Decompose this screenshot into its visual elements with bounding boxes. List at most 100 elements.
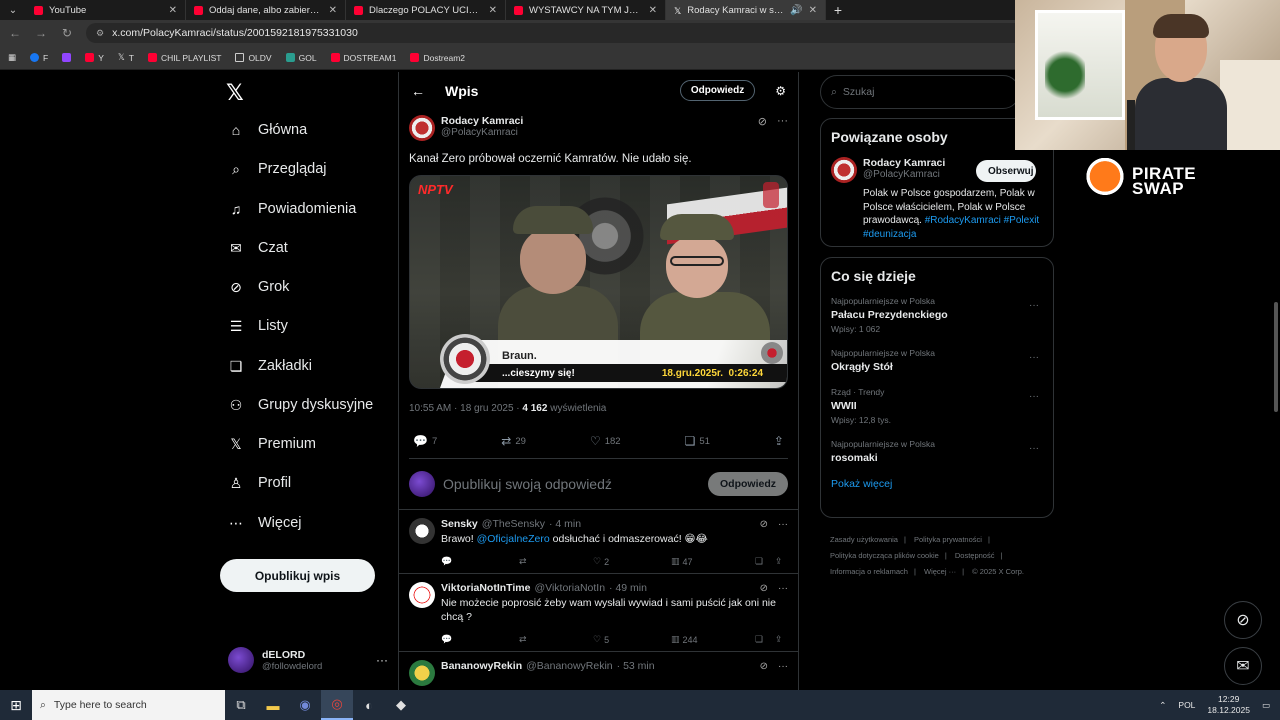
file-explorer-icon[interactable]: ▬ bbox=[257, 690, 289, 720]
close-icon[interactable]: ✕ bbox=[809, 5, 817, 16]
chrome-icon[interactable]: ◎ bbox=[321, 690, 353, 720]
share-button[interactable]: ⇪ bbox=[774, 434, 784, 448]
avatar[interactable] bbox=[409, 115, 435, 141]
apps-icon[interactable]: ▦ bbox=[8, 52, 16, 63]
nav-item-lists[interactable]: ☰ Listy bbox=[228, 318, 288, 335]
scrollbar[interactable] bbox=[1274, 302, 1278, 412]
trend-item[interactable]: Najpopularniejsze w Polska Okrągły Stół … bbox=[831, 348, 1043, 373]
nav-item-chat[interactable]: ✉ Czat bbox=[228, 240, 288, 257]
reply-author-name[interactable]: BananowyRekin bbox=[441, 660, 522, 672]
reply-button[interactable]: 💬 bbox=[441, 634, 519, 645]
reply-item[interactable]: ViktoriaNotInTime @ViktoriaNotIn · 49 mi… bbox=[399, 574, 798, 652]
account-switcher[interactable]: dELORD @followdelord ··· bbox=[228, 647, 388, 673]
reply-author-name[interactable]: ViktoriaNotInTime bbox=[441, 582, 530, 594]
settings-sliders-icon[interactable]: ⚙ bbox=[775, 84, 786, 98]
share-button[interactable]: ⇪ bbox=[775, 556, 783, 567]
person-handle[interactable]: @PolacyKamraci bbox=[863, 169, 945, 180]
more-icon[interactable]: ··· bbox=[777, 115, 788, 128]
repost-button[interactable]: ⇄ bbox=[519, 556, 593, 567]
footer-link[interactable]: Polityka dotycząca plików cookie bbox=[830, 551, 939, 560]
grok-icon[interactable]: ⊘ bbox=[760, 583, 768, 594]
grok-fab-button[interactable]: ⊘ bbox=[1224, 601, 1262, 639]
reply-pill-button[interactable]: Odpowiedz bbox=[679, 80, 756, 101]
tab-search-button[interactable]: ⌄ bbox=[0, 0, 26, 20]
bookmark-item[interactable]: Dostream2 bbox=[410, 53, 465, 63]
taskbar-search-input[interactable]: ⌕ Type here to search bbox=[32, 690, 225, 720]
tweet-video[interactable]: NPTV Braun. ...cieszymy się! 18.gru.2025… bbox=[409, 175, 788, 389]
like-button[interactable]: ♡ 182 bbox=[590, 434, 621, 448]
x-logo-icon[interactable]: 𝕏 bbox=[226, 80, 244, 106]
nav-item-home[interactable]: ⌂ Główna bbox=[228, 122, 307, 138]
site-info-icon[interactable]: ⚙ bbox=[96, 28, 104, 39]
reply-author-name[interactable]: Sensky bbox=[441, 518, 478, 530]
author-handle[interactable]: @PolacyKamraci bbox=[441, 127, 523, 138]
bookmark-item[interactable]: GOL bbox=[285, 53, 317, 63]
reload-icon[interactable]: ↻ bbox=[60, 26, 74, 40]
reply-author-handle[interactable]: @ViktoriaNotIn bbox=[534, 582, 605, 594]
forward-icon[interactable]: → bbox=[34, 26, 48, 40]
nav-item-more[interactable]: ⋯ Więcej bbox=[228, 515, 302, 532]
repost-button[interactable]: ⇄ 29 bbox=[501, 434, 526, 448]
follow-button[interactable]: Obserwuj bbox=[976, 160, 1036, 182]
more-icon[interactable]: ··· bbox=[778, 583, 788, 594]
nav-item-communities[interactable]: ⚇ Grupy dyskusyjne bbox=[228, 397, 374, 414]
bookmark-folder[interactable]: OLDV bbox=[235, 53, 272, 63]
discord-icon[interactable]: ◉ bbox=[289, 690, 321, 720]
back-arrow-icon[interactable]: ← bbox=[411, 83, 425, 99]
avatar[interactable] bbox=[409, 660, 435, 686]
show-more-link[interactable]: Pokaż więcej bbox=[831, 478, 1043, 490]
more-icon[interactable]: ··· bbox=[778, 661, 788, 672]
grok-icon[interactable]: ⊘ bbox=[758, 115, 767, 128]
trend-item[interactable]: Najpopularniejsze w Polska rosomaki ··· bbox=[831, 439, 1043, 464]
avatar[interactable] bbox=[831, 157, 857, 183]
nav-item-explore[interactable]: ⌕ Przeglądaj bbox=[228, 161, 326, 178]
bookmark-item[interactable] bbox=[62, 53, 72, 62]
share-button[interactable]: ⇪ bbox=[775, 634, 783, 645]
mention-link[interactable]: @OficjalneZero bbox=[477, 533, 550, 545]
close-icon[interactable]: ✕ bbox=[329, 5, 337, 16]
tray-chevron-icon[interactable]: ⌃ bbox=[1159, 700, 1166, 711]
bookmark-button[interactable]: ❏ 51 bbox=[685, 434, 710, 448]
reply-submit-button[interactable]: Odpowiedz bbox=[708, 472, 788, 496]
trend-item[interactable]: Najpopularniejsze w Polska Pałacu Prezyd… bbox=[831, 296, 1043, 334]
reply-time[interactable]: · 4 min bbox=[549, 518, 581, 530]
footer-link[interactable]: Polityka prywatności bbox=[914, 535, 982, 544]
url-input[interactable]: ⚙ x.com/PolacyKamraci/status/20015921819… bbox=[86, 23, 1086, 43]
close-icon[interactable]: ✕ bbox=[169, 5, 177, 16]
more-icon[interactable]: ··· bbox=[1029, 391, 1039, 402]
avatar[interactable] bbox=[409, 518, 435, 544]
messages-fab-button[interactable]: ✉ bbox=[1224, 647, 1262, 685]
bookmark-item[interactable]: F bbox=[30, 53, 48, 63]
views-button[interactable]: ▥ 47 bbox=[671, 556, 755, 567]
nav-item-notifications[interactable]: ♫ Powiadomienia bbox=[228, 201, 357, 217]
reply-item[interactable]: Sensky @TheSensky · 4 min ⊘ ··· Brawo! @O… bbox=[399, 510, 798, 574]
more-icon[interactable]: ··· bbox=[1029, 300, 1039, 311]
new-tab-button[interactable]: + bbox=[826, 0, 850, 20]
post-button[interactable]: Opublikuj wpis bbox=[220, 559, 375, 592]
language-indicator[interactable]: POL bbox=[1178, 700, 1195, 710]
close-icon[interactable]: ✕ bbox=[649, 5, 657, 16]
person-name[interactable]: Rodacy Kamraci bbox=[863, 157, 945, 169]
search-input[interactable]: ⌕ Szukaj bbox=[820, 75, 1020, 109]
footer-link[interactable]: Więcej ··· bbox=[924, 567, 956, 576]
browser-tab[interactable]: Oddaj dane, albo zabierzemy ci✕ bbox=[186, 0, 346, 20]
bookmark-item[interactable]: 𝕏T bbox=[118, 52, 134, 63]
bookmark-item[interactable]: Y bbox=[85, 53, 104, 63]
nav-item-premium[interactable]: 𝕏 Premium bbox=[228, 436, 316, 453]
like-button[interactable]: ♡ 5 bbox=[593, 634, 671, 645]
reply-time[interactable]: · 53 min bbox=[617, 660, 655, 672]
more-icon[interactable]: ··· bbox=[376, 653, 388, 667]
nav-item-bookmarks[interactable]: ❏ Zakładki bbox=[228, 358, 312, 375]
bookmark-item[interactable]: DOSTREAM1 bbox=[330, 53, 396, 63]
windows-start-icon[interactable]: ⊞ bbox=[0, 690, 32, 720]
grok-icon[interactable]: ⊘ bbox=[760, 661, 768, 672]
bookmark-button[interactable]: ❏ bbox=[755, 556, 775, 567]
like-button[interactable]: ♡ 2 bbox=[593, 556, 671, 567]
browser-tab[interactable]: WYSTAWCY NA TYM JARMARKU✕ bbox=[506, 0, 666, 20]
author-name[interactable]: Rodacy Kamraci bbox=[441, 115, 523, 127]
speaker-icon[interactable]: 🔊 bbox=[790, 5, 802, 16]
avatar[interactable] bbox=[409, 582, 435, 608]
app-icon[interactable]: ◆ bbox=[385, 690, 417, 720]
obs-icon[interactable]: ◐ bbox=[353, 690, 385, 720]
more-icon[interactable]: ··· bbox=[1029, 443, 1039, 454]
